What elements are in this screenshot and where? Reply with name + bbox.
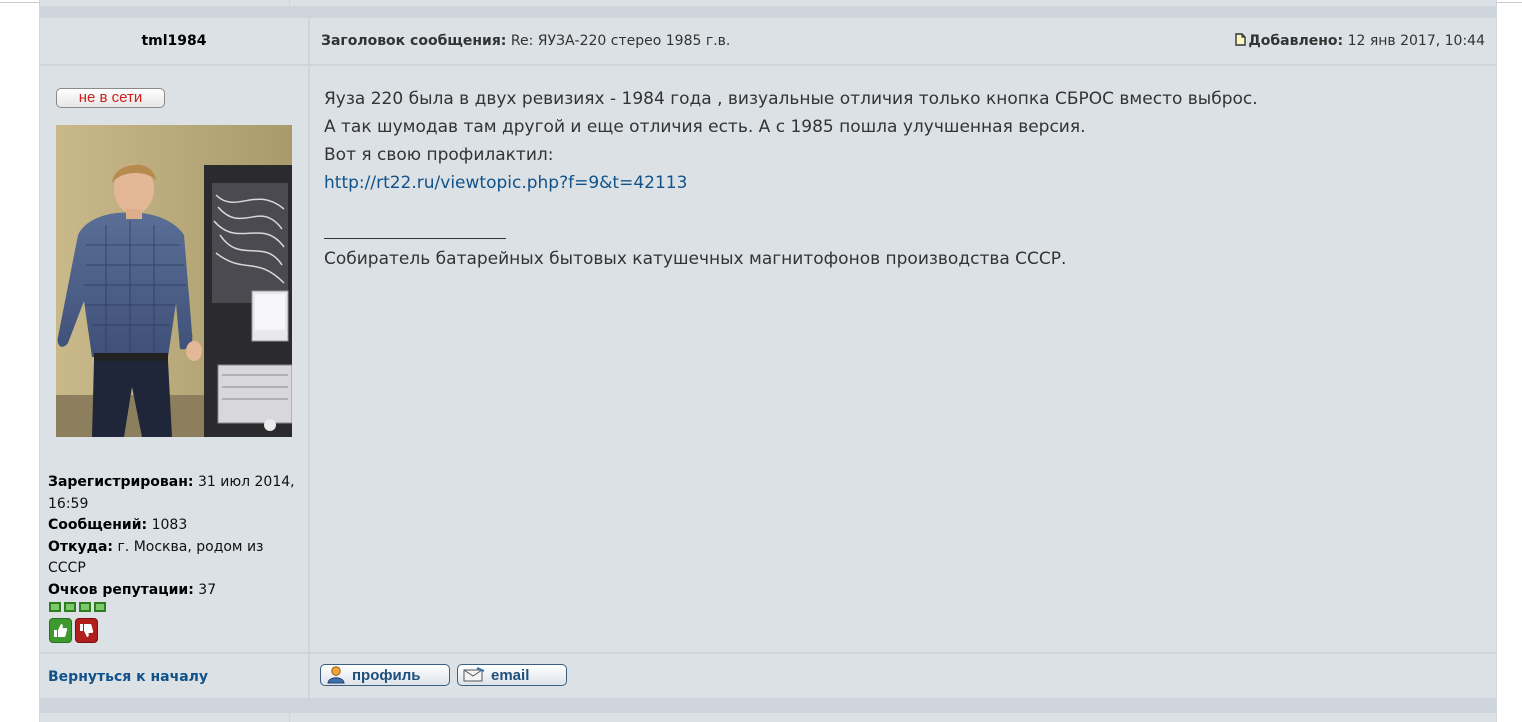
rank-square-icon xyxy=(79,602,91,612)
post-line: А так шумодав там другой и еще отличия е… xyxy=(324,117,1086,137)
post-subject: Заголовок сообщения: Re: ЯУЗА-220 стерео… xyxy=(321,33,730,49)
profile-icon xyxy=(326,666,346,684)
post-link[interactable]: http://rt22.ru/viewtopic.php?f=9&t=42113 xyxy=(324,173,687,193)
post-line: Вот я свою профилактил: xyxy=(324,145,554,165)
subject-text: Re: ЯУЗА-220 стерео 1985 г.в. xyxy=(510,33,731,49)
author-name[interactable]: tml1984 xyxy=(40,33,308,49)
back-to-top-link[interactable]: Вернуться к началу xyxy=(48,669,208,685)
author-profile-cell: не в сети Зарегистрирован: 31 июл 2014, … xyxy=(40,66,308,652)
email-button-label: email xyxy=(491,666,530,684)
rank-icons xyxy=(49,602,106,612)
author-cell: tml1984 xyxy=(40,18,308,64)
email-icon xyxy=(463,667,485,683)
thumbs-down-icon[interactable] xyxy=(75,618,98,643)
posted-date: 12 янв 2017, 10:44 xyxy=(1347,33,1485,49)
registered-label: Зарегистрирован: xyxy=(48,474,194,490)
rank-square-icon xyxy=(94,602,106,612)
post-body-row: не в сети Зарегистрирован: 31 июл 2014, … xyxy=(40,66,1496,652)
reputation-label: Очков репутации: xyxy=(48,581,194,598)
posts-value: 1083 xyxy=(151,517,188,533)
signature: Собиратель батарейных бытовых катушечных… xyxy=(324,249,1067,269)
profile-button[interactable]: профиль xyxy=(320,664,450,686)
reputation-value: 37 xyxy=(198,581,217,598)
rank-square-icon xyxy=(49,602,61,612)
post-line: Яуза 220 была в двух ревизиях - 1984 год… xyxy=(324,89,1258,109)
post-header-row: tml1984 Заголовок сообщения: Re: ЯУЗА-22… xyxy=(40,18,1496,64)
previous-post-edge xyxy=(40,0,1496,6)
rank-square-icon xyxy=(64,602,76,612)
signature-separator xyxy=(324,217,1474,245)
post-content-cell: Яуза 220 была в двух ревизиях - 1984 год… xyxy=(310,66,1496,652)
post-date: Добавлено: 12 янв 2017, 10:44 xyxy=(1235,33,1485,50)
post-actions-cell: профиль email xyxy=(310,654,1496,698)
reputation-buttons xyxy=(49,618,98,643)
posted-label: Добавлено: xyxy=(1248,33,1344,49)
online-status-badge: не в сети xyxy=(56,88,165,108)
post-table: tml1984 Заголовок сообщения: Re: ЯУЗА-22… xyxy=(39,0,1497,722)
subject-label: Заголовок сообщения: xyxy=(321,33,507,49)
post-footer-row: Вернуться к началу профиль email xyxy=(40,654,1496,698)
thumbs-up-icon[interactable] xyxy=(49,618,72,643)
posts-label: Сообщений: xyxy=(48,517,148,533)
profile-info: Зарегистрирован: 31 июл 2014, 16:59 Сооб… xyxy=(48,472,298,601)
avatar xyxy=(56,125,292,437)
email-button[interactable]: email xyxy=(457,664,567,686)
location-label: Откуда: xyxy=(48,538,113,555)
post-content: Яуза 220 была в двух ревизиях - 1984 год… xyxy=(324,85,1474,273)
next-post-edge xyxy=(40,713,1496,722)
back-to-top-cell: Вернуться к началу xyxy=(40,654,308,698)
profile-button-label: профиль xyxy=(352,666,421,684)
post-meta-cell: Заголовок сообщения: Re: ЯУЗА-220 стерео… xyxy=(310,18,1496,64)
post-icon[interactable] xyxy=(1235,33,1247,50)
